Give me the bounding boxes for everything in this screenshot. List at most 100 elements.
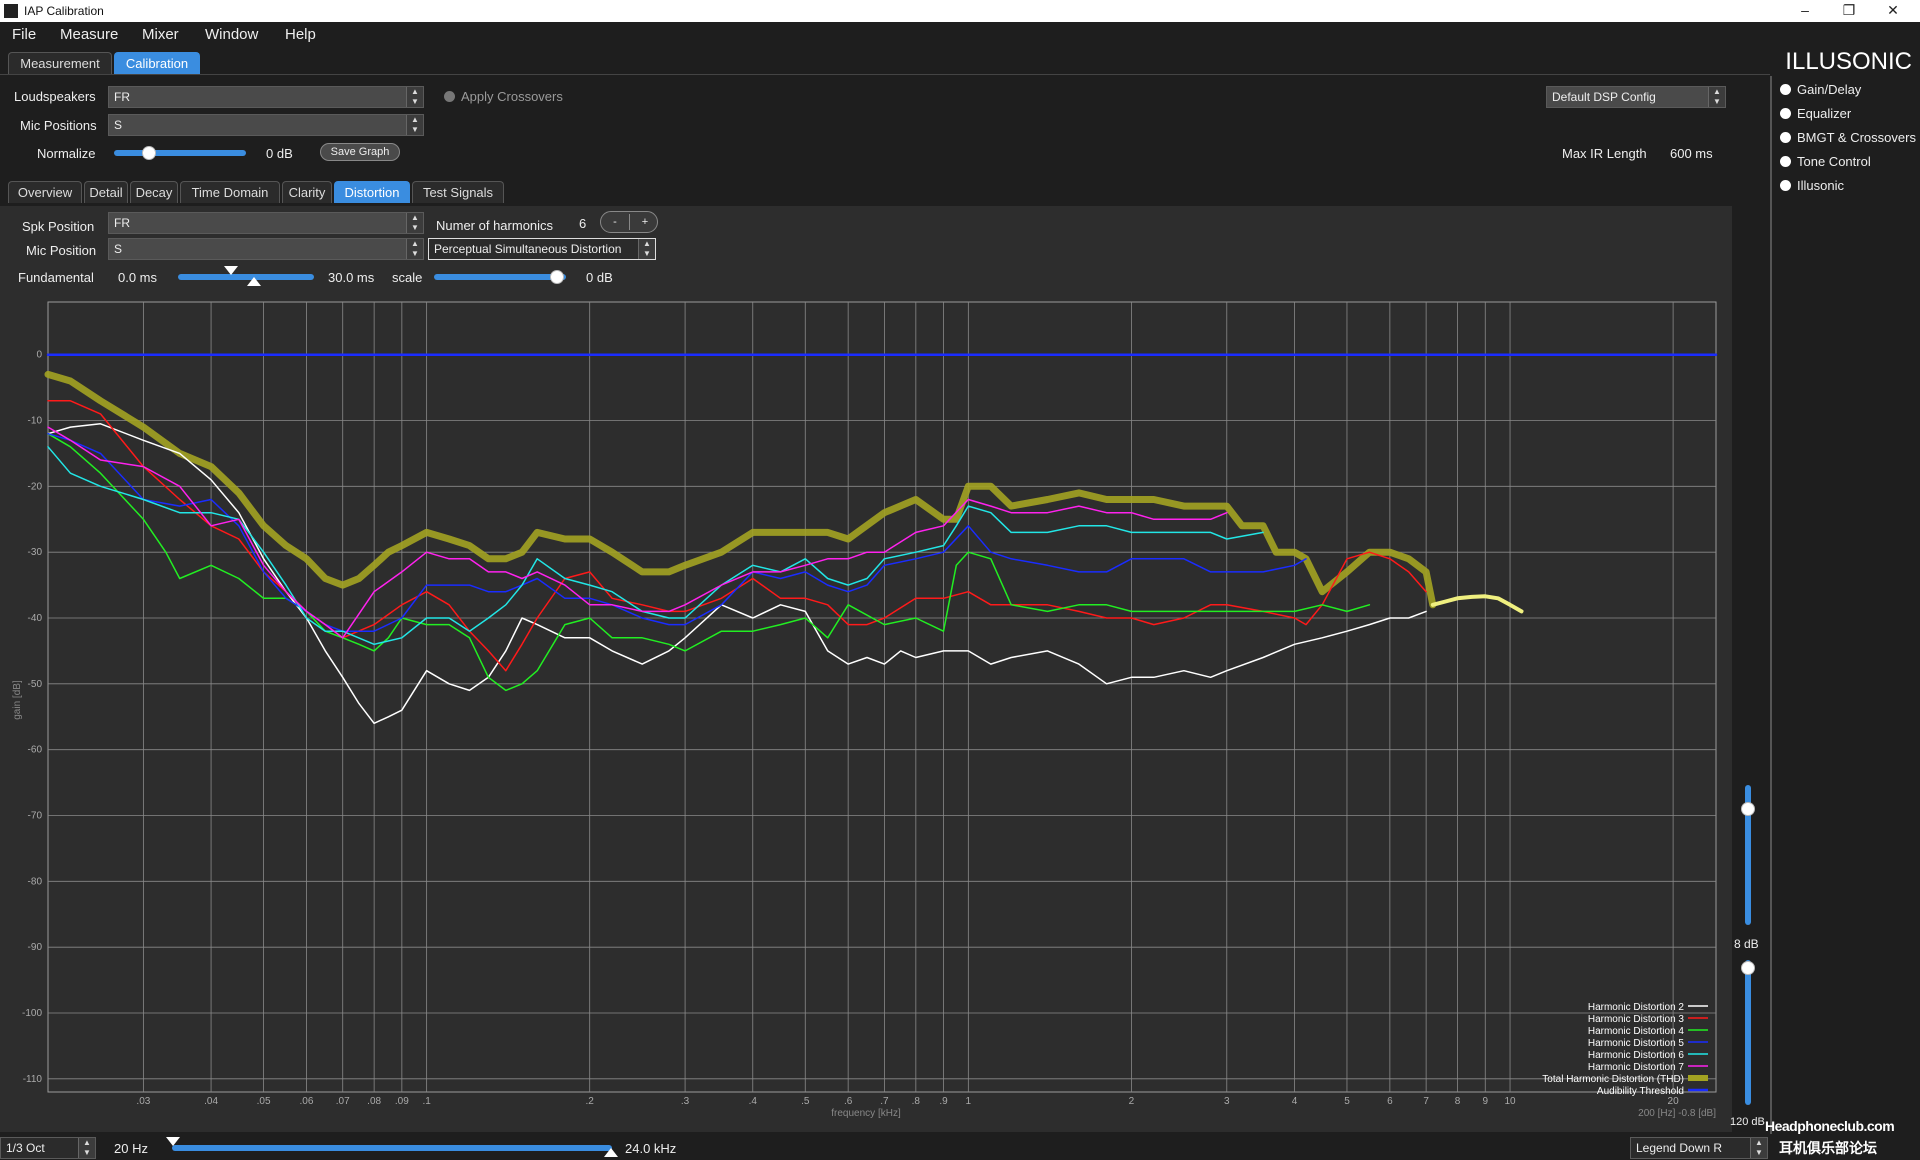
tab-clarity[interactable]: Clarity: [282, 181, 332, 203]
menu-help[interactable]: Help: [285, 26, 316, 43]
apply-crossovers-radio[interactable]: [444, 91, 455, 102]
harmonics-stepper[interactable]: - +: [600, 211, 658, 233]
freq-max-handle[interactable]: [604, 1148, 618, 1157]
equalizer-radio[interactable]: [1780, 108, 1791, 119]
tone-control-radio[interactable]: [1780, 156, 1791, 167]
x-tick-label: .03: [136, 1096, 150, 1107]
x-tick-label: 4: [1292, 1096, 1298, 1107]
tab-time-domain[interactable]: Time Domain: [180, 181, 280, 203]
distortion-mode-value: Perceptual Simultaneous Distortion: [434, 242, 622, 256]
spk-position-select[interactable]: FR ▲ ▼: [108, 212, 424, 234]
x-tick-label: 9: [1482, 1096, 1488, 1107]
x-tick-label: .05: [257, 1096, 271, 1107]
fundamental-start-handle[interactable]: [224, 266, 238, 275]
menu-window[interactable]: Window: [205, 26, 258, 43]
legend-label: Harmonic Distortion 6: [1588, 1050, 1685, 1061]
scale-slider[interactable]: [434, 274, 566, 280]
tab-distortion[interactable]: Distortion: [334, 181, 410, 203]
tab-test-signals[interactable]: Test Signals: [412, 181, 504, 203]
mic-positions-select[interactable]: S ▲ ▼: [108, 114, 424, 136]
tab-detail[interactable]: Detail: [84, 181, 128, 203]
spin-arrows-icon[interactable]: ▲ ▼: [1708, 87, 1725, 107]
illusonic-radio[interactable]: [1780, 180, 1791, 191]
spin-arrows-icon[interactable]: ▲ ▼: [406, 239, 423, 259]
range-slider-lower[interactable]: [1745, 960, 1751, 1105]
legend-position-value: Legend Down R: [1636, 1141, 1723, 1155]
dsp-config-select[interactable]: Default DSP Config ▲ ▼: [1546, 86, 1726, 108]
x-tick-label: .6: [844, 1096, 853, 1107]
spin-arrows-icon[interactable]: ▲ ▼: [406, 115, 423, 135]
app-icon: [4, 4, 18, 18]
tab-decay[interactable]: Decay: [130, 181, 178, 203]
stepper-divider: [629, 214, 630, 230]
x-tick-label: 8: [1455, 1096, 1461, 1107]
right-item-gain-delay[interactable]: Gain/Delay: [1797, 82, 1861, 97]
dsp-config-value: Default DSP Config: [1552, 90, 1656, 104]
menu-mixer[interactable]: Mixer: [142, 26, 179, 43]
y-tick-label: -50: [28, 679, 43, 690]
maximize-button[interactable]: ❐: [1834, 2, 1864, 20]
spin-arrows-icon[interactable]: ▲ ▼: [406, 87, 423, 107]
watermark: Headphoneclub.com 耳机俱乐部论坛: [1765, 1112, 1920, 1160]
gain-delay-radio[interactable]: [1780, 84, 1791, 95]
legend-label: Audibility Threshold: [1597, 1086, 1684, 1097]
x-axis-label: frequency [kHz]: [831, 1108, 901, 1119]
spk-position-label: Spk Position: [22, 219, 95, 234]
fundamental-slider[interactable]: [178, 274, 314, 280]
spin-arrows-icon[interactable]: ▲ ▼: [638, 239, 655, 259]
loudspeakers-value: FR: [114, 90, 130, 104]
x-tick-label: 20: [1668, 1096, 1680, 1107]
distortion-chart: 0 -10 -20 -30 -40 -50 -60 -70 -80 -90 -100 -110 .03.…: [12, 301, 1718, 1119]
mic-position-value: S: [114, 242, 123, 256]
minus-button[interactable]: -: [601, 212, 629, 232]
scale-slider-handle[interactable]: [550, 270, 564, 284]
fundamental-end-handle[interactable]: [247, 277, 261, 286]
legend-label: Harmonic Distortion 2: [1588, 1002, 1685, 1013]
normalize-slider[interactable]: [114, 150, 246, 156]
mic-position-select[interactable]: S ▲ ▼: [108, 238, 424, 260]
y-tick-label: -90: [28, 942, 43, 953]
x-tick-label: .07: [336, 1096, 350, 1107]
tab-measurement[interactable]: Measurement: [8, 52, 112, 74]
normalize-slider-handle[interactable]: [142, 146, 156, 160]
freq-min-handle[interactable]: [166, 1137, 180, 1146]
x-tick-label: .3: [681, 1096, 690, 1107]
watermark-subtext: 耳机俱乐部论坛: [1779, 1140, 1877, 1156]
spin-arrows-icon[interactable]: ▲ ▼: [78, 1138, 95, 1158]
tab-calibration[interactable]: Calibration: [114, 52, 200, 74]
right-item-tone-control[interactable]: Tone Control: [1797, 154, 1871, 169]
max-ir-value: 600 ms: [1670, 146, 1713, 161]
menu-measure[interactable]: Measure: [60, 26, 118, 43]
spin-arrows-icon[interactable]: ▲ ▼: [406, 213, 423, 233]
legend-label: Harmonic Distortion 4: [1588, 1026, 1685, 1037]
right-panel-divider: [1770, 76, 1772, 1160]
save-graph-button[interactable]: Save Graph: [320, 143, 400, 161]
octave-select[interactable]: 1/3 Oct ▲ ▼: [0, 1137, 96, 1159]
freq-range-slider[interactable]: [172, 1145, 612, 1151]
right-item-equalizer[interactable]: Equalizer: [1797, 106, 1851, 121]
right-item-bmgt-crossovers[interactable]: BMGT & Crossovers: [1797, 130, 1916, 145]
plus-button[interactable]: +: [631, 212, 659, 232]
range-slider-upper-handle[interactable]: [1741, 802, 1755, 816]
corner-readout: 200 [Hz] -0.8 [dB]: [1638, 1108, 1716, 1119]
tab-divider: [0, 74, 1770, 75]
x-tick-label: 5: [1344, 1096, 1350, 1107]
mic-positions-value: S: [114, 118, 123, 132]
bmgt-radio[interactable]: [1780, 132, 1791, 143]
plot-grid: [47, 301, 1717, 1093]
range-slider-lower-handle[interactable]: [1741, 961, 1755, 975]
legend-position-select[interactable]: Legend Down R ▲ ▼: [1630, 1137, 1768, 1159]
distortion-mode-select[interactable]: Perceptual Simultaneous Distortion ▲ ▼: [428, 238, 656, 260]
x-tick-label: .09: [395, 1096, 409, 1107]
loudspeakers-select[interactable]: FR ▲ ▼: [108, 86, 424, 108]
tab-overview[interactable]: Overview: [8, 181, 82, 203]
y-tick-label: -70: [28, 811, 43, 822]
right-item-illusonic[interactable]: Illusonic: [1797, 178, 1844, 193]
minimize-button[interactable]: –: [1790, 2, 1820, 20]
x-tick-label: 7: [1423, 1096, 1429, 1107]
freq-max: 24.0 kHz: [625, 1141, 677, 1156]
close-button[interactable]: ✕: [1878, 2, 1908, 20]
y-tick-label: -80: [28, 876, 43, 887]
range-bottom-label: 120 dB: [1730, 1116, 1765, 1128]
menu-file[interactable]: File: [12, 26, 36, 43]
